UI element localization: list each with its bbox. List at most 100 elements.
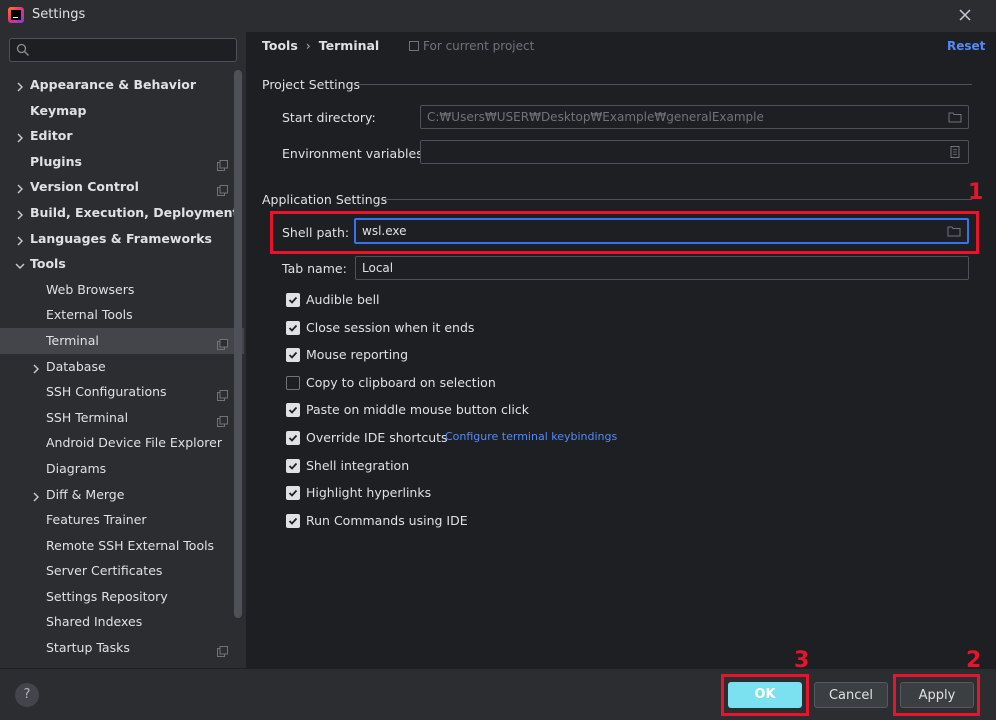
- sidebar-item-build-execution-deployment[interactable]: Build, Execution, Deployment: [0, 200, 244, 226]
- sidebar-item-label: Keymap: [30, 102, 87, 118]
- section-divider: [358, 84, 972, 85]
- sidebar-item-label: Database: [46, 358, 106, 374]
- breadcrumb-separator: ›: [305, 38, 311, 53]
- checkbox-label: Mouse reporting: [306, 347, 409, 363]
- edit-env-icon[interactable]: [948, 146, 962, 158]
- chevron-right-icon[interactable]: [30, 360, 42, 374]
- checkbox-label: Highlight hyperlinks: [306, 485, 432, 501]
- sidebar-item-features-trainer[interactable]: Features Trainer: [0, 507, 244, 533]
- settings-content-panel: Tools › Terminal For current project Reset…: [246, 32, 996, 668]
- sidebar-item-appearance-behavior[interactable]: Appearance & Behavior: [0, 72, 244, 98]
- sidebar-item-label: Appearance & Behavior: [30, 77, 196, 92]
- tab-name-label: Tab name:: [282, 261, 347, 276]
- sidebar-item-plugins[interactable]: Plugins: [0, 149, 244, 175]
- sidebar-item-ssh-configurations[interactable]: SSH Configurations: [0, 379, 244, 405]
- tab-name-field[interactable]: [355, 256, 969, 280]
- checkbox-label: Shell integration: [306, 457, 410, 473]
- folder-icon[interactable]: [948, 111, 962, 123]
- sidebar-item-terminal[interactable]: Terminal: [0, 327, 244, 354]
- settings-search-input[interactable]: [36, 41, 232, 59]
- checkbox-label: Close session when it ends: [306, 319, 475, 335]
- help-button[interactable]: ?: [15, 683, 39, 707]
- checkbox[interactable]: [286, 348, 300, 363]
- title-bar: Settings: [0, 0, 996, 32]
- search-icon: [16, 43, 29, 56]
- intellij-logo-icon: [8, 7, 24, 23]
- sidebar-scrollbar[interactable]: [234, 70, 242, 618]
- tab-name-input[interactable]: [362, 260, 938, 276]
- sidebar-item-label: Tools: [30, 256, 66, 272]
- checkbox-label: Run Commands using IDE: [306, 512, 468, 528]
- application-settings-title: Application Settings: [262, 192, 388, 207]
- checkbox[interactable]: [286, 375, 300, 390]
- breadcrumb: Tools › Terminal: [262, 38, 379, 53]
- annotation-number-2: 2: [966, 648, 982, 673]
- chevron-right-icon[interactable]: [30, 488, 42, 501]
- sidebar-item-shared-indexes[interactable]: Shared Indexes: [0, 609, 244, 635]
- sidebar-item-label: Android Device File Explorer: [46, 435, 222, 451]
- project-level-icon: [217, 386, 228, 402]
- cancel-button[interactable]: Cancel: [814, 682, 888, 708]
- checkbox[interactable]: [286, 458, 300, 473]
- chevron-right-icon[interactable]: [14, 78, 26, 92]
- sidebar-item-web-browsers[interactable]: Web Browsers: [0, 277, 244, 303]
- checkbox[interactable]: [286, 513, 300, 528]
- scope-indicator: For current project: [409, 39, 534, 53]
- sidebar-item-label: Version Control: [30, 179, 139, 195]
- chevron-right-icon[interactable]: [14, 129, 26, 143]
- sidebar-item-startup-tasks[interactable]: Startup Tasks: [0, 635, 244, 661]
- sidebar-item-diff-merge[interactable]: Diff & Merge: [0, 482, 244, 508]
- sidebar-item-label: External Tools: [46, 307, 133, 323]
- sidebar-item-label: SSH Configurations: [46, 384, 167, 400]
- sidebar-item-label: Shared Indexes: [46, 614, 143, 630]
- folder-icon[interactable]: [947, 225, 961, 237]
- project-settings-title: Project Settings: [262, 77, 361, 92]
- env-vars-input[interactable]: [427, 144, 938, 160]
- chevron-right-icon[interactable]: [14, 206, 26, 220]
- start-directory-input[interactable]: [427, 109, 938, 125]
- sidebar-item-label: Terminal: [46, 332, 99, 348]
- sidebar-item-languages-frameworks[interactable]: Languages & Frameworks: [0, 226, 244, 252]
- breadcrumb-parent[interactable]: Tools: [262, 38, 298, 53]
- sidebar-item-external-tools[interactable]: External Tools: [0, 302, 244, 328]
- env-vars-field[interactable]: [420, 140, 969, 164]
- settings-search-box[interactable]: [9, 38, 237, 62]
- start-directory-label: Start directory:: [282, 110, 376, 125]
- checkbox[interactable]: [286, 431, 300, 445]
- ok-button[interactable]: OK: [728, 682, 802, 708]
- checkbox[interactable]: [286, 403, 300, 418]
- project-level-icon: [217, 642, 228, 658]
- configure-keybindings-link[interactable]: Configure terminal keybindings: [445, 430, 617, 443]
- reset-link[interactable]: Reset: [947, 39, 985, 53]
- sidebar-item-label: Plugins: [30, 153, 82, 169]
- sidebar-item-settings-repository[interactable]: Settings Repository: [0, 584, 244, 610]
- sidebar-item-tasks[interactable]: Tasks: [0, 661, 244, 668]
- checkbox[interactable]: [286, 293, 300, 307]
- checkbox[interactable]: [286, 320, 300, 335]
- chevron-right-icon[interactable]: [14, 232, 26, 246]
- sidebar-item-editor[interactable]: Editor: [0, 123, 244, 149]
- scope-label: For current project: [423, 39, 535, 53]
- sidebar-item-tools[interactable]: Tools: [0, 251, 244, 277]
- chevron-down-icon[interactable]: [14, 257, 26, 270]
- sidebar-item-diagrams[interactable]: Diagrams: [0, 456, 244, 482]
- checkbox[interactable]: [286, 486, 300, 501]
- chevron-right-icon[interactable]: [14, 180, 26, 194]
- project-level-icon: [217, 181, 228, 197]
- close-icon[interactable]: [954, 4, 976, 26]
- checkbox-label: Audible bell: [306, 292, 380, 307]
- shell-path-input[interactable]: [362, 223, 937, 239]
- sidebar-item-ssh-terminal[interactable]: SSH Terminal: [0, 405, 244, 431]
- apply-button[interactable]: Apply: [900, 682, 974, 708]
- sidebar-item-version-control[interactable]: Version Control: [0, 174, 244, 200]
- sidebar-item-remote-ssh-external-tools[interactable]: Remote SSH External Tools: [0, 533, 244, 559]
- shell-path-field[interactable]: [354, 218, 969, 244]
- start-directory-field[interactable]: [420, 105, 969, 129]
- sidebar-item-database[interactable]: Database: [0, 354, 244, 380]
- sidebar-item-label: Web Browsers: [46, 281, 135, 297]
- sidebar-item-label: SSH Terminal: [46, 409, 129, 425]
- sidebar-item-android-device-file-explorer[interactable]: Android Device File Explorer: [0, 430, 244, 456]
- sidebar-item-server-certificates[interactable]: Server Certificates: [0, 558, 244, 584]
- project-level-icon: [217, 335, 228, 350]
- sidebar-item-keymap[interactable]: Keymap: [0, 98, 244, 124]
